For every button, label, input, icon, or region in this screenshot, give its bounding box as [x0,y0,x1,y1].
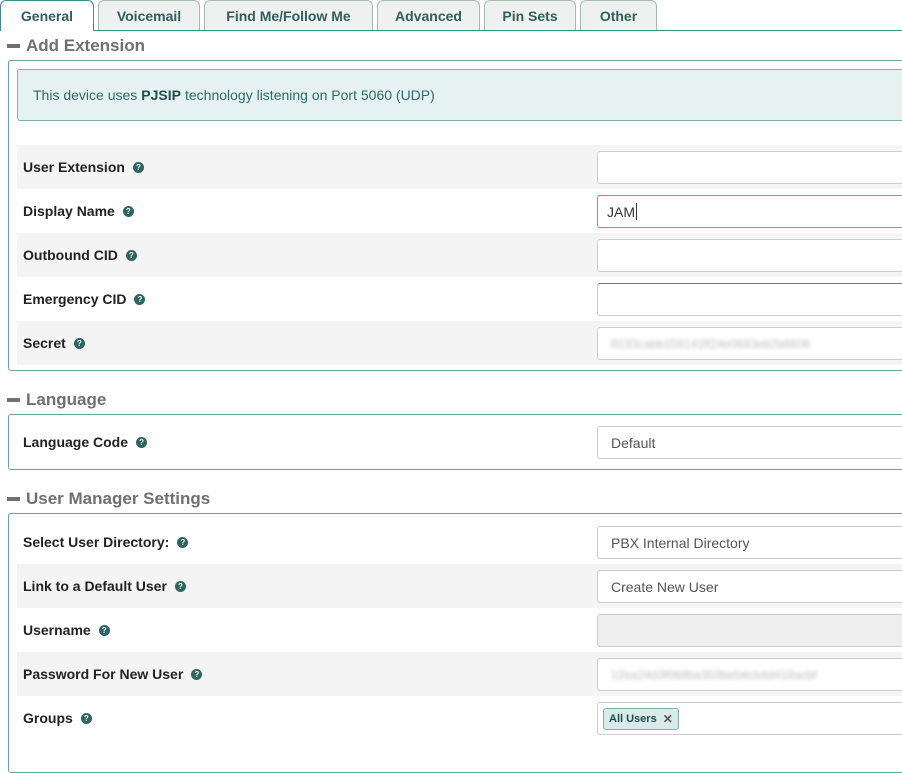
minus-icon[interactable] [7,398,20,402]
user-directory-select[interactable]: PBX Internal Directory [597,526,902,559]
label-text: Groups [23,710,73,726]
row-outbound-cid: Outbound CID ? [17,233,902,277]
question-circle-icon[interactable]: ? [125,249,137,261]
field-label: Select User Directory: ? [23,520,189,564]
language-code-select[interactable]: Default [597,426,902,459]
chip-label: All Users [609,712,657,725]
label-text: User Extension [23,159,125,175]
question-circle-icon[interactable]: ? [98,624,110,636]
row-user-extension: User Extension ? [17,145,902,189]
section-title: Language [26,390,107,409]
minus-icon[interactable] [7,44,20,48]
field-label: Language Code ? [23,420,148,464]
label-text: Select User Directory: [23,534,170,550]
technology-info-alert: This device uses PJSIP technology listen… [17,69,902,121]
field-label: Outbound CID ? [23,233,137,277]
secret-input[interactable]: 8193cabb159141ff24e0683eb2b6606 [597,327,902,360]
new-user-password-input[interactable]: 12ea24d3f068ba303be04cb4d418acbf [597,658,902,691]
field-label: Username ? [23,608,110,652]
tab-bar: General Voicemail Find Me/Follow Me Adva… [0,0,902,31]
label-text: Language Code [23,434,129,450]
label-text: Password For New User [23,666,184,682]
tab-advanced[interactable]: Advanced [377,0,480,30]
question-circle-icon[interactable]: ? [174,580,186,592]
row-language-code: Language Code ? Default [17,420,902,464]
question-circle-icon[interactable]: ? [73,337,85,349]
section-title: Add Extension [26,36,146,55]
close-icon[interactable]: ✕ [663,712,673,726]
question-circle-icon[interactable]: ? [136,436,148,448]
field-label: Display Name ? [23,189,134,233]
minus-icon[interactable] [7,497,20,501]
user-extension-input[interactable] [597,151,902,184]
input-value: 8193cabb159141ff24e0683eb2b6606 [611,336,811,351]
field-label: Password For New User ? [23,652,203,696]
question-circle-icon[interactable]: ? [134,293,146,305]
question-circle-icon[interactable]: ? [191,668,203,680]
extension-form-page: General Voicemail Find Me/Follow Me Adva… [0,0,902,773]
row-groups: Groups ? All Users ✕ [17,696,902,740]
text-caret [636,203,637,220]
alert-text: This device uses [33,87,138,103]
field-label: Groups ? [23,696,92,740]
row-link-default-user: Link to a Default User ? Create New User [17,564,902,608]
groups-multiselect[interactable]: All Users ✕ [597,702,902,735]
row-emergency-cid: Emergency CID ? [17,277,902,321]
row-select-directory: Select User Directory: ? PBX Internal Di… [17,520,902,564]
tab-general[interactable]: General [0,0,94,31]
input-value: JAM [607,203,635,220]
emergency-cid-input[interactable] [597,283,902,316]
question-circle-icon[interactable]: ? [177,536,189,548]
section-title: User Manager Settings [26,489,211,508]
default-user-select[interactable]: Create New User [597,570,902,603]
input-value: 12ea24d3f068ba303be04cb4d418acbf [611,667,817,682]
row-display-name: Display Name ? JAM [17,189,902,233]
row-username: Username ? [17,608,902,652]
label-text: Username [23,622,91,638]
group-chip: All Users ✕ [603,707,679,730]
field-label: Emergency CID ? [23,277,146,321]
field-label: Secret ? [23,321,85,365]
label-text: Emergency CID [23,291,127,307]
label-text: Secret [23,335,66,351]
alert-text-suffix: technology listening on Port 5060 (UDP) [184,87,435,103]
section-header-language[interactable]: Language [7,388,106,412]
username-input [597,614,902,647]
tab-voicemail[interactable]: Voicemail [98,0,200,30]
tab-other[interactable]: Other [580,0,657,30]
outbound-cid-input[interactable] [597,239,902,272]
tab-pin-sets[interactable]: Pin Sets [484,0,576,30]
question-circle-icon[interactable]: ? [132,161,144,173]
question-circle-icon[interactable]: ? [122,205,134,217]
section-header-add-extension[interactable]: Add Extension [7,34,145,58]
field-label: User Extension ? [23,145,144,189]
question-circle-icon[interactable]: ? [80,712,92,724]
row-secret: Secret ? 8193cabb159141ff24e0683eb2b6606 [17,321,902,365]
row-password-new-user: Password For New User ? 12ea24d3f068ba30… [17,652,902,696]
display-name-input[interactable]: JAM [597,195,902,228]
section-header-user-manager[interactable]: User Manager Settings [7,487,210,511]
alert-tech: PJSIP [141,87,181,103]
tab-find-me-follow-me[interactable]: Find Me/Follow Me [204,0,373,30]
label-text: Display Name [23,203,115,219]
label-text: Link to a Default User [23,578,167,594]
label-text: Outbound CID [23,247,118,263]
field-label: Link to a Default User ? [23,564,186,608]
